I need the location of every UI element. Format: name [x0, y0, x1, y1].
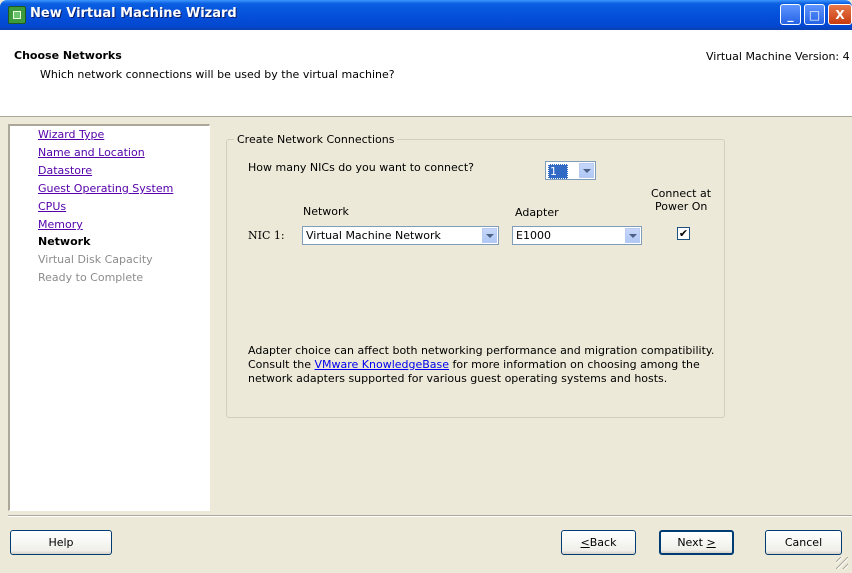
nav-item-ready-to-complete: Ready to Complete [38, 271, 144, 284]
adapter-column-header: Adapter [515, 206, 559, 219]
network-value: Virtual Machine Network [306, 229, 441, 242]
app-icon [8, 6, 26, 24]
window-title: New Virtual Machine Wizard [30, 6, 237, 21]
nav-item-cpus[interactable]: CPUs [38, 200, 66, 213]
chevron-down-icon[interactable] [625, 228, 640, 243]
back-button[interactable]: <Back [561, 530, 636, 555]
help-button[interactable]: Help [10, 530, 112, 555]
check-mark-icon: ✔ [678, 227, 689, 240]
connect-header-line2: Power On [655, 200, 708, 213]
nav-item-datastore[interactable]: Datastore [38, 164, 92, 177]
network-select[interactable]: Virtual Machine Network [302, 226, 499, 245]
page-subtitle: Which network connections will be used b… [40, 68, 395, 81]
nic-count-select[interactable]: 1 [545, 161, 596, 180]
network-column-header: Network [303, 205, 349, 218]
maximize-button[interactable]: □ [804, 4, 825, 25]
nic-count-question: How many NICs do you want to connect? [248, 161, 474, 174]
knowledgebase-link[interactable]: VMware KnowledgeBase [315, 358, 450, 371]
nav-item-name-and-location[interactable]: Name and Location [38, 146, 145, 159]
nav-item-network: Network [38, 235, 91, 248]
nic-count-value: 1 [548, 164, 568, 179]
adapter-info-text: Adapter choice can affect both networkin… [248, 344, 715, 385]
next-button[interactable]: Next > [659, 530, 734, 555]
connect-at-power-on-checkbox[interactable]: ✔ [677, 227, 690, 240]
nic-1-label: NIC 1: [248, 229, 285, 242]
chevron-down-icon[interactable] [579, 163, 594, 178]
connect-header-line1: Connect at [651, 187, 712, 200]
nav-item-guest-os[interactable]: Guest Operating System [38, 182, 173, 195]
bottom-separator [8, 515, 852, 517]
minimize-button[interactable]: _ [780, 4, 801, 25]
chevron-down-icon[interactable] [482, 228, 497, 243]
resize-grip[interactable] [836, 557, 848, 569]
vm-version-label: Virtual Machine Version: 4 [706, 50, 850, 63]
nav-item-virtual-disk-capacity: Virtual Disk Capacity [38, 253, 153, 266]
nav-item-memory[interactable]: Memory [38, 218, 83, 231]
adapter-select[interactable]: E1000 [512, 226, 642, 245]
nav-item-wizard-type[interactable]: Wizard Type [38, 128, 104, 141]
cancel-button[interactable]: Cancel [765, 530, 842, 555]
adapter-value: E1000 [516, 229, 551, 242]
page-title: Choose Networks [14, 49, 122, 62]
group-title: Create Network Connections [234, 133, 398, 146]
close-button[interactable]: X [828, 4, 852, 25]
